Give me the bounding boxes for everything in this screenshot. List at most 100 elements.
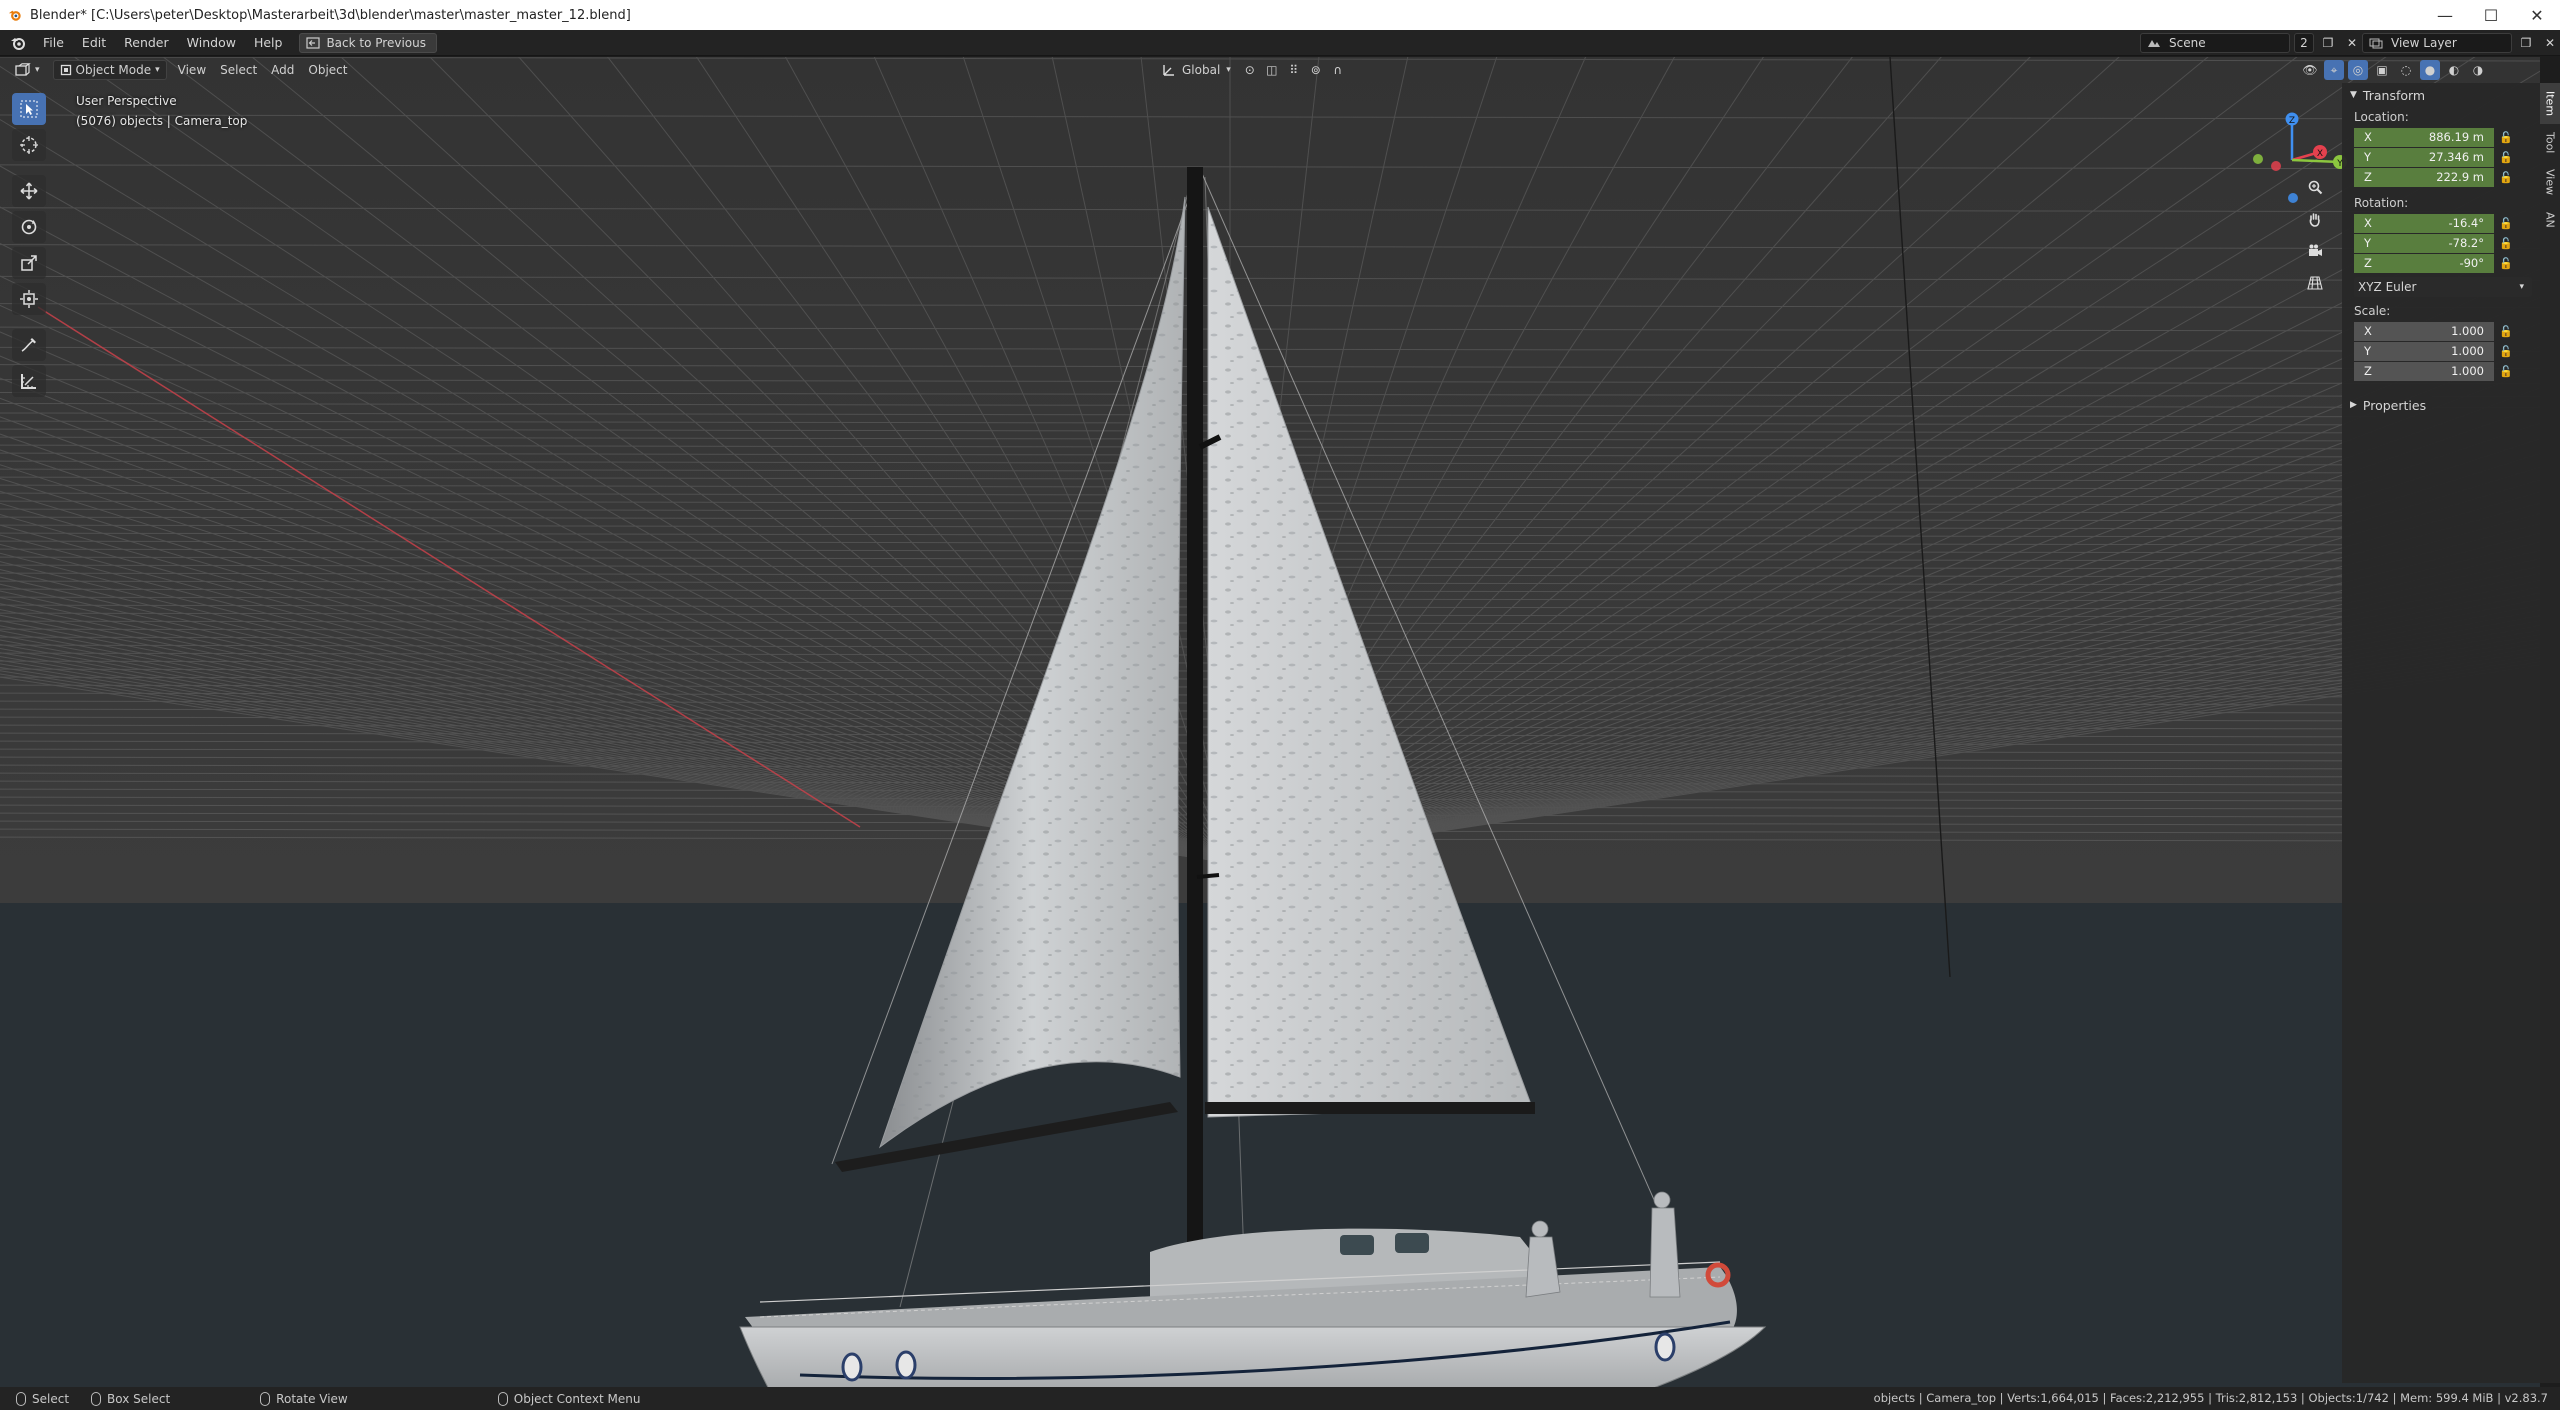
tab-item[interactable]: Item — [2540, 83, 2560, 125]
status-box-select: Box Select — [91, 1391, 170, 1406]
editor-type-button[interactable]: ▾ — [8, 60, 47, 80]
hand-icon — [2309, 213, 2320, 227]
location-z-field[interactable]: Z 222.9 m — [2354, 167, 2494, 187]
menu-object[interactable]: Object — [301, 60, 354, 80]
visibility-eye-icon[interactable]: 👁 — [2300, 60, 2320, 80]
move-tool[interactable] — [12, 175, 46, 207]
location-x-field[interactable]: X 886.19 m — [2354, 127, 2494, 147]
duplicate-scene-icon[interactable]: ❐ — [2318, 33, 2338, 53]
mode-selector[interactable]: Object Mode ▾ — [52, 60, 167, 80]
rotation-z-field[interactable]: Z -90° — [2354, 253, 2494, 273]
status-select-label: Select — [32, 1391, 70, 1406]
scale-x-field[interactable]: X 1.000 — [2354, 321, 2494, 341]
properties-panel-header[interactable]: ▶ Properties — [2342, 393, 2540, 417]
lock-icon[interactable]: 🔓 — [2494, 214, 2518, 233]
close-window-button[interactable]: ✕ — [2514, 0, 2560, 30]
rotation-mode-select[interactable]: XYZ Euler ▾ — [2354, 277, 2532, 297]
menu-file[interactable]: File — [34, 32, 73, 54]
lock-icon[interactable]: 🔓 — [2494, 362, 2518, 381]
lock-icon[interactable]: 🔓 — [2494, 254, 2518, 273]
pan-button[interactable] — [2302, 207, 2328, 231]
select-tool[interactable] — [12, 93, 46, 125]
gizmo-neg-x-axis — [2271, 161, 2281, 171]
lock-icon[interactable]: 🔓 — [2494, 128, 2518, 147]
3d-viewport[interactable]: User Perspective (5076) objects | Camera… — [0, 57, 2540, 1387]
status-bar: Select Box Select Rotate View Object Con… — [0, 1387, 2560, 1410]
tab-view[interactable]: View — [2540, 161, 2560, 203]
blender-menu-icon[interactable] — [10, 35, 26, 51]
rotation-x-field[interactable]: X -16.4° — [2354, 213, 2494, 233]
minimize-button[interactable]: — — [2422, 0, 2468, 30]
material-shading-icon[interactable]: ◐ — [2444, 60, 2464, 80]
orientation-icon — [1163, 65, 1174, 76]
menu-select[interactable]: Select — [213, 60, 264, 80]
scale-y-field[interactable]: Y 1.000 — [2354, 341, 2494, 361]
snap-target-icon[interactable]: ⠿ — [1284, 60, 1304, 80]
ruler-icon — [21, 374, 36, 389]
menu-edit[interactable]: Edit — [73, 32, 115, 54]
lock-icon[interactable]: 🔓 — [2494, 342, 2518, 361]
proportional-edit-icon[interactable]: ⊚ — [1306, 60, 1326, 80]
back-to-previous-button[interactable]: Back to Previous — [299, 32, 437, 53]
xray-toggle-icon[interactable]: ▣ — [2372, 60, 2392, 80]
menu-window[interactable]: Window — [178, 32, 245, 54]
lock-icon[interactable]: 🔓 — [2494, 168, 2518, 187]
camera-view-button[interactable] — [2302, 239, 2328, 263]
menu-add[interactable]: Add — [264, 60, 301, 80]
blender-logo-icon — [8, 10, 21, 21]
duplicate-view-layer-icon[interactable]: ❐ — [2516, 33, 2536, 53]
scale-tool[interactable] — [12, 247, 46, 279]
rotate-tool[interactable] — [12, 211, 46, 243]
measure-tool[interactable] — [12, 365, 46, 397]
location-y-row: Y 27.346 m 🔓 — [2354, 147, 2540, 167]
grid-perspective-icon — [2307, 276, 2323, 290]
transform-tool[interactable] — [12, 283, 46, 315]
wireframe-shading-icon[interactable]: ◌ — [2396, 60, 2416, 80]
delete-view-layer-icon[interactable]: ✕ — [2540, 33, 2560, 53]
maximize-button[interactable]: ☐ — [2468, 0, 2514, 30]
3d-cursor-icon — [20, 136, 38, 154]
back-icon — [306, 36, 321, 49]
menu-help[interactable]: Help — [245, 32, 292, 54]
solid-shading-icon[interactable]: ● — [2420, 60, 2440, 80]
object-mode-icon — [60, 64, 71, 76]
annotate-pencil-icon — [21, 338, 36, 352]
annotate-tool[interactable] — [12, 329, 46, 361]
scale-z-field[interactable]: Z 1.000 — [2354, 361, 2494, 381]
gizmo-neg-y-axis — [2253, 154, 2263, 164]
tab-tool[interactable]: Tool — [2540, 124, 2560, 161]
collapsed-triangle-icon: ▶ — [2350, 400, 2357, 410]
pivot-point-icon[interactable]: ⊙ — [1240, 60, 1260, 80]
view-layer-field[interactable]: View Layer — [2362, 33, 2512, 53]
tab-an[interactable]: AN — [2540, 204, 2560, 236]
rendered-shading-icon[interactable]: ◑ — [2468, 60, 2488, 80]
gizmo-toggle-icon[interactable]: ⌖ — [2324, 60, 2344, 80]
lock-icon[interactable]: 🔓 — [2494, 322, 2518, 341]
transform-panel-header[interactable]: ▼ Transform — [2342, 83, 2540, 107]
snap-toggle-icon[interactable]: ◫ — [1262, 60, 1282, 80]
menu-render[interactable]: Render — [115, 32, 178, 54]
transform-settings: Global ▾ ⊙ ◫ ⠿ ⊚ ∩ — [1155, 60, 1348, 80]
delete-scene-icon[interactable]: ✕ — [2342, 33, 2362, 53]
zoom-button[interactable] — [2302, 175, 2328, 199]
perspective-toggle-button[interactable] — [2302, 271, 2328, 295]
falloff-curve-icon[interactable]: ∩ — [1328, 60, 1348, 80]
cursor-tool[interactable] — [12, 129, 46, 161]
status-rotate-view-label: Rotate View — [276, 1391, 348, 1406]
rotation-y-field[interactable]: Y -78.2° — [2354, 233, 2494, 253]
orientation-label: Global — [1182, 63, 1221, 77]
camera-icon — [2309, 244, 2322, 256]
scene-field[interactable]: Scene — [2140, 33, 2290, 53]
orientation-selector[interactable]: Global ▾ — [1155, 60, 1238, 80]
menu-view[interactable]: View — [171, 60, 213, 80]
lock-icon[interactable]: 🔓 — [2494, 148, 2518, 167]
scale-x-row: X 1.000 🔓 — [2354, 321, 2540, 341]
properties-title: Properties — [2362, 397, 2427, 413]
lock-icon[interactable]: 🔓 — [2494, 234, 2518, 253]
overlay-toggle-icon[interactable]: ◎ — [2348, 60, 2368, 80]
rotation-z-row: Z -90° 🔓 — [2354, 253, 2540, 273]
chevron-down-icon: ▾ — [2519, 282, 2524, 292]
view-layer-icon — [2369, 38, 2383, 49]
location-y-field[interactable]: Y 27.346 m — [2354, 147, 2494, 167]
scene-name: Scene — [2169, 36, 2206, 50]
